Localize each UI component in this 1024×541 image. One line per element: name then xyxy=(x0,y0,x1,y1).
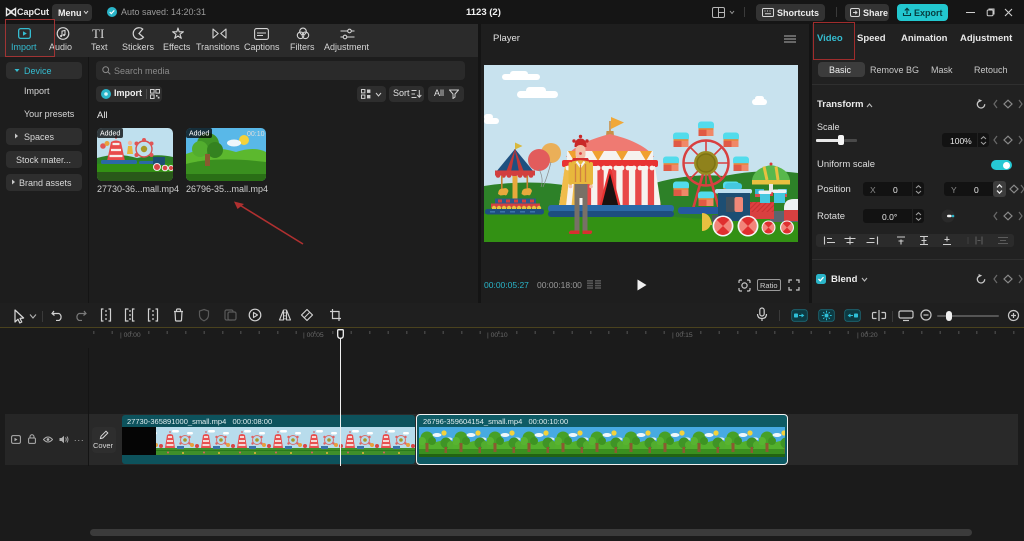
svg-text:Added: Added xyxy=(100,131,120,138)
svg-text:Added: Added xyxy=(189,131,209,138)
svg-text:00:10: 00:10 xyxy=(247,131,265,138)
